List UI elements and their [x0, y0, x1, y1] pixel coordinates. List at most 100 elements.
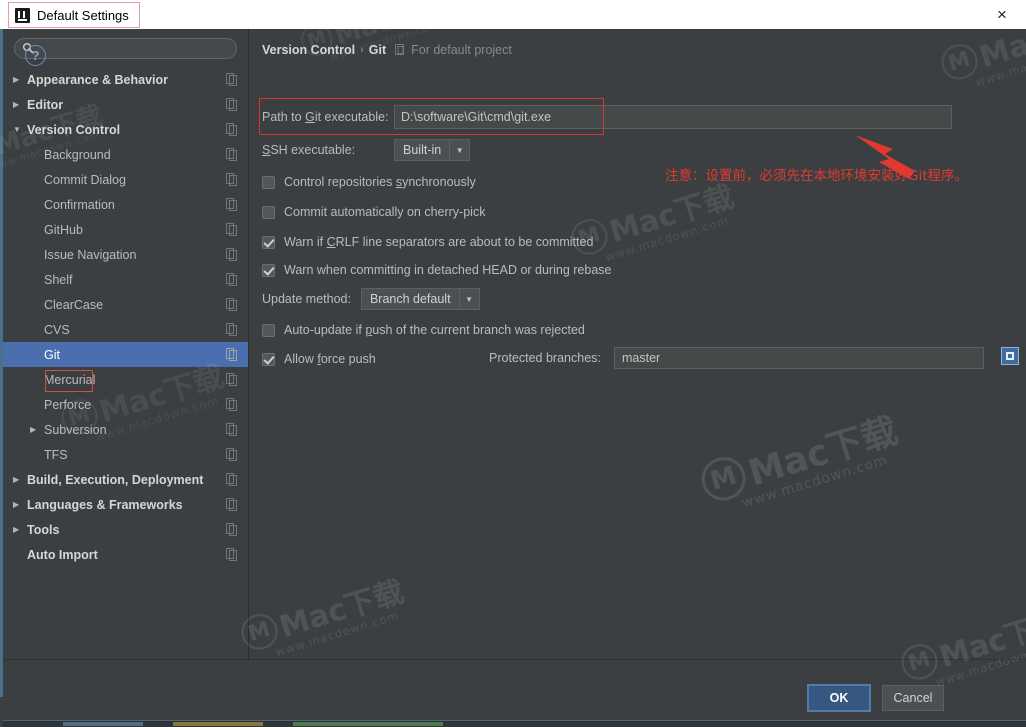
sidebar-item-label: Commit Dialog — [44, 172, 126, 187]
sidebar-item-clearcase[interactable]: ClearCase — [3, 292, 248, 317]
copy-settings-icon[interactable] — [226, 473, 238, 486]
breadcrumb-separator: › — [360, 44, 364, 56]
option-auto-update-label: Auto-update if push of the current branc… — [284, 323, 585, 337]
settings-sidebar: ▶ Appearance & Behavior ▶ Editor ▼ Version … — [3, 29, 249, 659]
sidebar-item-label: ClearCase — [44, 297, 104, 312]
copy-settings-icon[interactable] — [226, 348, 238, 361]
window-title-group: Default Settings — [8, 2, 140, 28]
sidebar-item-auto-import[interactable]: Auto Import — [3, 542, 248, 567]
ssh-executable-row: SSH executable: Built-in ▼ — [262, 139, 471, 161]
option-control-repositories-label: Control repositories synchronously — [284, 175, 476, 189]
option-control-repositories-checkbox[interactable] — [262, 175, 275, 189]
option-allow-force-push-row: Allow force push — [262, 352, 376, 366]
git-executable-label: Path to Git executable: — [262, 110, 389, 124]
option-commit-automatically-on-checkbox[interactable] — [262, 205, 275, 219]
sidebar-item-github[interactable]: GitHub — [3, 217, 248, 242]
sidebar-item-languages-frameworks[interactable]: ▶ Languages & Frameworks — [3, 492, 248, 517]
sidebar-item-subversion[interactable]: ▶ Subversion — [3, 417, 248, 442]
disclosure-triangle-icon[interactable]: ▼ — [13, 125, 27, 134]
sidebar-item-label: Editor — [27, 97, 64, 112]
breadcrumb-scope-text: For default project — [411, 43, 512, 57]
copy-settings-icon[interactable] — [226, 548, 238, 561]
option-auto-update-row: Auto-update if push of the current branc… — [262, 323, 585, 337]
sidebar-item-background[interactable]: Background — [3, 142, 248, 167]
sidebar-item-tools[interactable]: ▶ Tools — [3, 517, 248, 542]
close-icon[interactable]: × — [984, 0, 1020, 29]
copy-settings-icon[interactable] — [226, 448, 238, 461]
update-method-label: Update method: — [262, 292, 351, 306]
chevron-down-icon: ▼ — [449, 140, 469, 160]
sidebar-item-build-execution-deployment[interactable]: ▶ Build, Execution, Deployment — [3, 467, 248, 492]
sidebar-item-label: Git — [44, 347, 60, 362]
sidebar-item-label: Languages & Frameworks — [27, 497, 183, 512]
copy-settings-icon[interactable] — [226, 423, 238, 436]
option-warn-if-row: Warn if CRLF line separators are about t… — [262, 235, 593, 249]
sidebar-item-label: Subversion — [44, 422, 107, 437]
disclosure-triangle-icon[interactable]: ▶ — [13, 475, 27, 484]
sidebar-item-editor[interactable]: ▶ Editor — [3, 92, 248, 117]
option-warn-if-checkbox[interactable] — [262, 235, 275, 249]
disclosure-triangle-icon[interactable]: ▶ — [13, 100, 27, 109]
cancel-button[interactable]: Cancel — [882, 685, 944, 711]
option-allow-force-push-checkbox[interactable] — [262, 352, 275, 366]
option-control-repositories-row: Control repositories synchronously — [262, 175, 476, 189]
sidebar-item-tfs[interactable]: TFS — [3, 442, 248, 467]
chevron-down-icon: ▼ — [458, 289, 479, 309]
window-title-bar: Default Settings × — [0, 0, 1026, 30]
sidebar-item-appearance-behavior[interactable]: ▶ Appearance & Behavior — [3, 67, 248, 92]
copy-settings-icon[interactable] — [226, 498, 238, 511]
window-title: Default Settings — [37, 7, 129, 23]
git-executable-input[interactable] — [394, 105, 952, 129]
sidebar-item-commit-dialog[interactable]: Commit Dialog — [3, 167, 248, 192]
sidebar-item-git[interactable]: Git — [3, 342, 248, 367]
copy-settings-icon[interactable] — [226, 398, 238, 411]
disclosure-triangle-icon[interactable]: ▶ — [13, 75, 27, 84]
help-button[interactable]: ? — [25, 45, 46, 66]
copy-settings-icon[interactable] — [226, 123, 238, 136]
copy-settings-icon[interactable] — [226, 98, 238, 111]
sidebar-item-mercurial[interactable]: Mercurial — [3, 367, 248, 392]
option-warn-if-label: Warn if CRLF line separators are about t… — [284, 235, 594, 249]
copy-settings-icon[interactable] — [226, 198, 238, 211]
copy-settings-icon[interactable] — [226, 148, 238, 161]
copy-settings-icon[interactable] — [226, 273, 238, 286]
option-allow-force-push-label: Allow force push — [284, 352, 376, 366]
sidebar-item-version-control[interactable]: ▼ Version Control — [3, 117, 248, 142]
option-commit-automatically-on-row: Commit automatically on cherry-pick — [262, 205, 485, 219]
sidebar-item-label: TFS — [44, 447, 68, 462]
option-warn-when-committing-checkbox[interactable] — [262, 263, 275, 277]
option-warn-when-committing-row: Warn when committing in detached HEAD or… — [262, 263, 611, 277]
update-method-dropdown[interactable]: Branch default ▼ — [360, 288, 480, 310]
copy-settings-icon[interactable] — [226, 73, 238, 86]
copy-settings-icon[interactable] — [226, 323, 238, 336]
breadcrumb: Version Control › Git For default projec… — [262, 43, 512, 57]
sidebar-item-confirmation[interactable]: Confirmation — [3, 192, 248, 217]
sidebar-item-label: Issue Navigation — [44, 247, 137, 262]
sidebar-item-label: CVS — [44, 322, 70, 337]
sidebar-item-perforce[interactable]: Perforce — [3, 392, 248, 417]
copy-settings-icon[interactable] — [226, 298, 238, 311]
copy-settings-icon[interactable] — [226, 523, 238, 536]
expand-editor-icon[interactable] — [1001, 347, 1019, 365]
copy-settings-icon[interactable] — [226, 223, 238, 236]
disclosure-triangle-icon[interactable]: ▶ — [13, 500, 27, 509]
sidebar-item-label: Perforce — [44, 397, 92, 412]
search-input[interactable] — [14, 38, 237, 59]
copy-settings-icon[interactable] — [226, 173, 238, 186]
breadcrumb-parent[interactable]: Version Control — [262, 43, 355, 57]
sidebar-item-cvs[interactable]: CVS — [3, 317, 248, 342]
disclosure-triangle-icon[interactable]: ▶ — [30, 425, 44, 434]
ok-button[interactable]: OK — [808, 685, 870, 711]
ssh-executable-dropdown[interactable]: Built-in ▼ — [394, 139, 471, 161]
ssh-executable-label: SSH executable: — [262, 143, 356, 157]
sidebar-item-issue-navigation[interactable]: Issue Navigation — [3, 242, 248, 267]
taskbar-strip — [3, 720, 1026, 727]
sidebar-item-label: Auto Import — [27, 547, 98, 562]
disclosure-triangle-icon[interactable]: ▶ — [13, 525, 27, 534]
sidebar-item-shelf[interactable]: Shelf — [3, 267, 248, 292]
option-auto-update-checkbox[interactable] — [262, 323, 275, 337]
project-scope-icon — [395, 44, 405, 55]
protected-branches-input[interactable] — [614, 347, 984, 369]
copy-settings-icon[interactable] — [226, 373, 238, 386]
copy-settings-icon[interactable] — [226, 248, 238, 261]
